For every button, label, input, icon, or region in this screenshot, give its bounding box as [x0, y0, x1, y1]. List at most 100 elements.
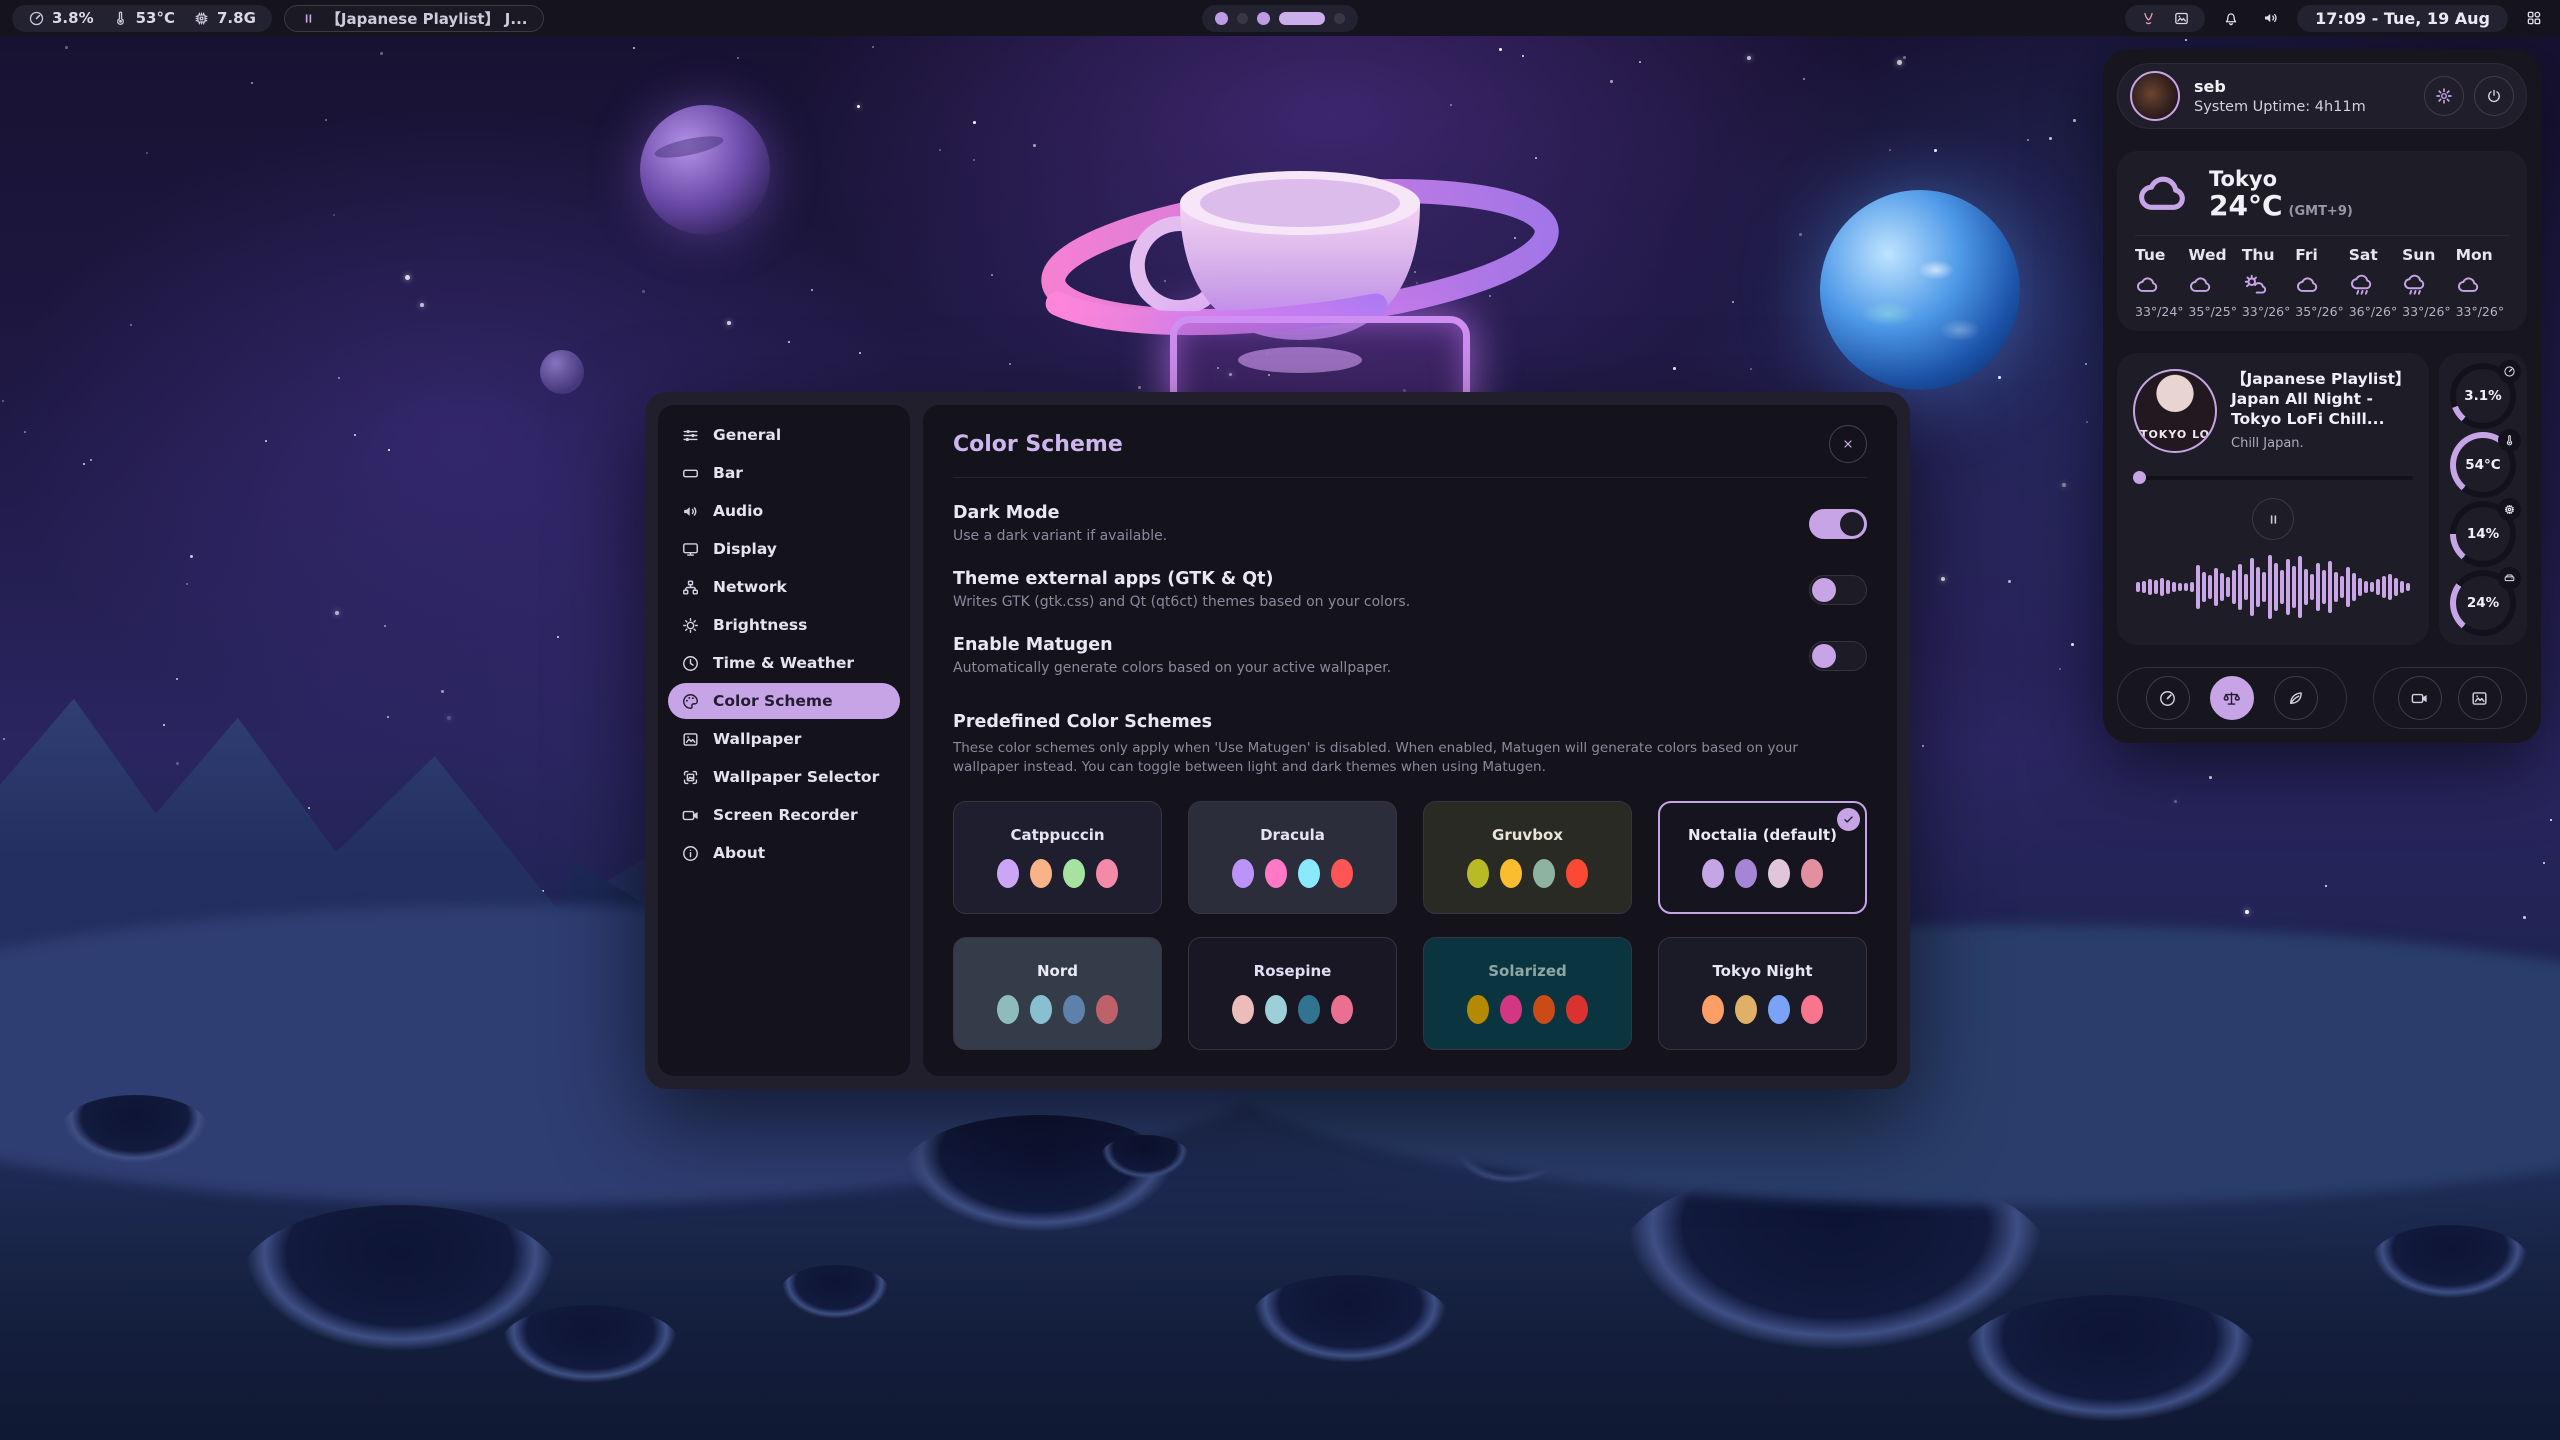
- scheme-swatches: [1232, 995, 1353, 1024]
- star: [2209, 776, 2212, 779]
- star: [83, 463, 85, 465]
- visualizer-bar: [2280, 570, 2284, 604]
- visualizer-bar: [2376, 579, 2380, 595]
- weather-timezone: (GMT+9): [2289, 204, 2353, 219]
- star: [2027, 139, 2029, 141]
- system-tray[interactable]: [2125, 5, 2205, 32]
- volume-button[interactable]: [2257, 4, 2285, 32]
- scheme-grid: Catppuccin Dracula: [953, 801, 1867, 1050]
- wallpaper-icon[interactable]: [2173, 10, 2190, 27]
- setting-row: Theme external apps (GTK & Qt) Writes GT…: [953, 569, 1867, 610]
- sidebar-item[interactable]: About: [668, 835, 900, 871]
- sidebar-item[interactable]: Audio: [668, 493, 900, 529]
- swatch: [1801, 995, 1823, 1024]
- pause-icon: [2266, 512, 2281, 527]
- quick-action-button[interactable]: [2458, 676, 2502, 720]
- scheme-card[interactable]: Solarized: [1423, 937, 1632, 1050]
- gauge: 3.1%: [2450, 363, 2516, 429]
- sidebar-item[interactable]: Bar: [668, 455, 900, 491]
- power-profile-button[interactable]: [2210, 676, 2254, 720]
- star: [2550, 819, 2552, 821]
- scales-icon: [2222, 689, 2241, 708]
- sidebar-item[interactable]: Wallpaper Selector: [668, 759, 900, 795]
- progress-bar[interactable]: [2133, 471, 2413, 484]
- weather-city: Tokyo: [2209, 167, 2353, 191]
- star: [737, 57, 739, 59]
- selected-badge: [1837, 808, 1860, 831]
- scheme-card[interactable]: Gruvbox: [1423, 801, 1632, 914]
- toggle-switch[interactable]: [1809, 641, 1867, 671]
- pause-button[interactable]: [2252, 498, 2294, 540]
- tray-app-icon[interactable]: [2140, 10, 2157, 27]
- power-profile-group: [2117, 667, 2347, 729]
- visualizer-bar: [2370, 582, 2374, 592]
- scheme-card[interactable]: Dracula: [1188, 801, 1397, 914]
- sidebar-item-label: About: [713, 844, 765, 862]
- workspace-indicator[interactable]: [1202, 5, 1358, 32]
- sidebar-item[interactable]: General: [668, 417, 900, 453]
- scheme-card[interactable]: Tokyo Night: [1658, 937, 1867, 1050]
- workspace-dot[interactable]: [1334, 13, 1345, 24]
- sidebar-item[interactable]: Time & Weather: [668, 645, 900, 681]
- app-launcher-button[interactable]: [2520, 4, 2548, 32]
- thermometer-icon: [112, 10, 129, 27]
- scheme-card[interactable]: Nord: [953, 937, 1162, 1050]
- progress-knob[interactable]: [2133, 471, 2146, 484]
- toggle-switch[interactable]: [1809, 575, 1867, 605]
- settings-button[interactable]: [2424, 76, 2464, 116]
- media-pill[interactable]: 【Japanese Playlist】 J...: [284, 5, 545, 32]
- swatch: [1063, 995, 1085, 1024]
- workspace-dot[interactable]: [1237, 13, 1248, 24]
- crater: [2150, 1095, 2380, 1195]
- power-button[interactable]: [2474, 76, 2514, 116]
- visualizer-bar: [2292, 566, 2296, 608]
- workspace-dot[interactable]: [1215, 12, 1228, 25]
- visualizer-bar: [2166, 580, 2170, 594]
- swatch: [1096, 859, 1118, 888]
- visualizer-bar: [2148, 579, 2152, 595]
- scheme-card[interactable]: Noctalia (default): [1658, 801, 1867, 914]
- setting-row: Enable Matugen Automatically generate co…: [953, 635, 1867, 676]
- sidebar-item[interactable]: Wallpaper: [668, 721, 900, 757]
- scheme-card[interactable]: Rosepine: [1188, 937, 1397, 1050]
- sidebar-item[interactable]: Network: [668, 569, 900, 605]
- quick-action-button[interactable]: [2398, 676, 2442, 720]
- star: [1732, 301, 1734, 303]
- clock[interactable]: 17:09 - Tue, 19 Aug: [2297, 5, 2508, 32]
- star: [2062, 483, 2066, 487]
- scheme-swatches: [997, 995, 1118, 1024]
- sidebar-item[interactable]: Screen Recorder: [668, 797, 900, 833]
- forecast-day: Wed 35°/25°: [2188, 246, 2241, 319]
- workspace-dot[interactable]: [1257, 12, 1270, 25]
- star: [811, 289, 813, 291]
- toggle-list: Dark Mode Use a dark variant if availabl…: [953, 503, 1867, 676]
- crater: [1450, 1125, 1570, 1185]
- tune-icon: [681, 426, 700, 445]
- swatch: [1467, 859, 1489, 888]
- star: [872, 46, 874, 48]
- notifications-button[interactable]: [2217, 4, 2245, 32]
- progress-track[interactable]: [2146, 476, 2413, 480]
- sidebar-item[interactable]: Color Scheme: [668, 683, 900, 719]
- power-profile-button[interactable]: [2146, 676, 2190, 720]
- swatch: [1566, 995, 1588, 1024]
- divider: [2135, 235, 2509, 236]
- star: [335, 611, 339, 615]
- power-profile-button[interactable]: [2274, 676, 2318, 720]
- scheme-card[interactable]: Catppuccin: [953, 801, 1162, 914]
- crater: [780, 1265, 890, 1320]
- toggle-switch[interactable]: [1809, 509, 1867, 539]
- top-bar: 3.8% 53°C 7.8G 【Japanese Playlist】 J...: [0, 0, 2560, 36]
- star: [2008, 580, 2011, 583]
- sidebar-item[interactable]: Brightness: [668, 607, 900, 643]
- visualizer-bar: [2244, 574, 2248, 600]
- close-button[interactable]: [1829, 425, 1867, 463]
- star: [130, 324, 132, 326]
- sidebar-item[interactable]: Display: [668, 531, 900, 567]
- star: [441, 690, 444, 693]
- star: [1138, 386, 1141, 389]
- weather-cloud-icon: [2135, 165, 2193, 223]
- star: [405, 275, 410, 280]
- workspace-dot[interactable]: [1279, 12, 1325, 25]
- star: [1522, 55, 1524, 57]
